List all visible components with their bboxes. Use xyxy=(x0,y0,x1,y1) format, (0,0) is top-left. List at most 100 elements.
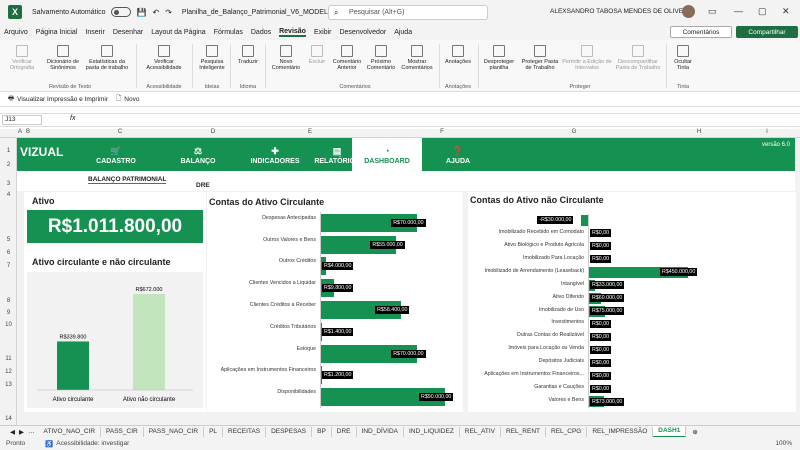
sheet-tab-ativo-nao-cir[interactable]: ATIVO_NAO_CIR xyxy=(39,426,102,437)
autosave-toggle[interactable] xyxy=(110,7,131,17)
protect-workbook-button[interactable]: Proteger Pasta de Trabalho xyxy=(518,45,562,71)
row-header[interactable]: 11 xyxy=(0,356,17,362)
menu-p-gina-inicial[interactable]: Página Inicial xyxy=(36,29,78,36)
allow-edit-ranges-button[interactable]: Permitir a Edição de Intervalos xyxy=(562,45,612,71)
row-header[interactable]: 13 xyxy=(0,382,17,388)
previous-comment-button[interactable]: Comentário Anterior xyxy=(330,45,364,71)
show-comments-button[interactable]: Mostrar Comentários xyxy=(398,45,436,71)
maximize-icon[interactable]: ▢ xyxy=(758,6,767,17)
row-header[interactable]: 7 xyxy=(0,263,17,269)
name-box[interactable]: J13 xyxy=(2,115,42,125)
row-header[interactable]: 10 xyxy=(0,322,17,328)
sheet-tab-rel-rent[interactable]: REL_RENT xyxy=(501,426,546,437)
row-header[interactable]: 9 xyxy=(0,310,17,316)
nav-cadastro[interactable]: 🛒 CADASTRO xyxy=(85,138,147,171)
column-header[interactable]: D xyxy=(206,129,220,135)
sheet-tab-pass-cir[interactable]: PASS_CIR xyxy=(101,426,144,437)
nav-indicadores[interactable]: ✚ INDICADORES xyxy=(240,138,310,171)
zoom-level[interactable]: 100% xyxy=(775,440,792,447)
bar-label: Imobilizado de Uso xyxy=(538,306,584,313)
search-input[interactable]: Pesquisar (Alt+G) xyxy=(328,5,488,20)
unprotect-sheet-button[interactable]: Desproteger planilha xyxy=(482,45,516,71)
menu-f-rmulas[interactable]: Fórmulas xyxy=(214,29,243,36)
subtab-dre[interactable]: DRE xyxy=(196,182,210,189)
menu-revis-o[interactable]: Revisão xyxy=(279,28,306,37)
redo-icon[interactable]: ↷ xyxy=(165,8,172,17)
row-header[interactable]: 2 xyxy=(0,162,17,168)
row-header[interactable]: 14 xyxy=(0,416,17,422)
spelling-button[interactable]: Verificar Ortografia xyxy=(6,45,38,71)
print-preview-button[interactable]: Visualizar Impressão e Imprimir xyxy=(17,96,108,103)
menu-arquivo[interactable]: Arquivo xyxy=(4,29,28,36)
check-accessibility-button[interactable]: Verificar Acessibilidade xyxy=(140,45,188,71)
sheet-tab-rel-cpg[interactable]: REL_CPG xyxy=(546,426,588,437)
add-sheet-icon[interactable]: ⊕ xyxy=(692,428,697,436)
next-comment-button[interactable]: Próximo Comentário xyxy=(364,45,398,71)
notes-button[interactable]: Anotações xyxy=(442,45,474,65)
fx-icon[interactable]: fx xyxy=(70,115,75,122)
sheet-tab-dre[interactable]: DRE xyxy=(332,426,357,437)
row-header[interactable]: 6 xyxy=(0,250,17,256)
sheet-tab-despesas[interactable]: DESPESAS xyxy=(266,426,313,437)
tab-more-icon[interactable]: … xyxy=(28,428,35,435)
column-header[interactable]: E xyxy=(220,129,400,135)
column-header[interactable]: I xyxy=(734,129,800,135)
tab-scroll-right-icon[interactable]: ▶ xyxy=(19,428,24,436)
column-header[interactable]: G xyxy=(484,129,664,135)
sheet-tab-pass-nao-cir[interactable]: PASS_NAO_CIR xyxy=(144,426,205,437)
save-icon[interactable]: 💾 xyxy=(137,8,147,17)
status-accessibility[interactable]: Acessibilidade: investigar xyxy=(56,440,129,447)
comments-button[interactable]: Comentários xyxy=(670,26,732,38)
menu-ajuda[interactable]: Ajuda xyxy=(394,29,412,36)
avatar[interactable] xyxy=(682,5,695,18)
sheet-tab-bp[interactable]: BP xyxy=(312,426,332,437)
smart-lookup-button[interactable]: Pesquisa Inteligente xyxy=(196,45,228,71)
row-header[interactable]: 5 xyxy=(0,237,17,243)
sheet-tab-rel-impress-o[interactable]: REL_IMPRESSÃO xyxy=(587,426,654,437)
new-comment-button[interactable]: Novo Comentário xyxy=(268,45,304,71)
new-file-button[interactable]: Novo xyxy=(124,96,139,103)
tab-scroll-left-icon[interactable]: ◀ xyxy=(10,428,15,436)
column-header[interactable]: C xyxy=(34,129,206,135)
subtab-balanco[interactable]: BALANÇO PATRIMONIAL xyxy=(88,176,167,184)
share-button[interactable]: Compartilhar xyxy=(736,26,798,38)
formula-input[interactable] xyxy=(80,115,796,125)
hide-ink-button[interactable]: Ocultar Tinta xyxy=(668,45,698,71)
menu-dados[interactable]: Dados xyxy=(251,29,271,36)
unshare-workbook-button[interactable]: Descompartilhar Pasta de Trabalho xyxy=(612,45,664,71)
delete-comment-button[interactable]: Excluir xyxy=(304,45,330,65)
sheet-tab-dash1[interactable]: DASH1 xyxy=(653,425,687,438)
bar-label: Investimentos xyxy=(551,319,584,326)
row-header[interactable]: 1 xyxy=(0,148,17,154)
column-header[interactable]: H xyxy=(664,129,734,135)
menu-desenhar[interactable]: Desenhar xyxy=(113,29,143,36)
bar-label: Aplicações em Instrumentos Financeiros xyxy=(220,367,316,374)
row-header[interactable]: 8 xyxy=(0,298,17,304)
minimize-icon[interactable]: — xyxy=(734,6,743,16)
menu-exibir[interactable]: Exibir xyxy=(314,29,332,36)
ribbon-options-icon[interactable]: ▭ xyxy=(708,6,717,17)
column-header[interactable]: B xyxy=(23,129,33,135)
menu-inserir[interactable]: Inserir xyxy=(85,29,104,36)
translate-button[interactable]: Traduzir xyxy=(234,45,262,65)
close-icon[interactable]: ✕ xyxy=(782,6,790,17)
sheet-tab-pl[interactable]: PL xyxy=(204,426,224,437)
nav-ajuda[interactable]: ❓ AJUDA xyxy=(427,138,489,171)
sheet-tab-ind-liquidez[interactable]: IND_LIQUIDEZ xyxy=(404,426,460,437)
sheet-tab-ind-d-vida[interactable]: IND_DÍVIDA xyxy=(357,426,404,437)
sheet-tab-receitas[interactable]: RECEITAS xyxy=(223,426,267,437)
workbook-stats-button[interactable]: Estatísticas da pasta de trabalho xyxy=(84,45,130,71)
sheet-tab-rel-ativ[interactable]: REL_ATIV xyxy=(460,426,502,437)
user-name[interactable]: ALEXSANDRO TABOSA MENDES DE OLIVEIRA xyxy=(550,8,694,15)
menu-desenvolvedor[interactable]: Desenvolvedor xyxy=(339,29,386,36)
thesaurus-button[interactable]: Dicionário de Sinônimos xyxy=(44,45,82,71)
row-header[interactable]: 4 xyxy=(0,192,17,198)
row-header[interactable]: 3 xyxy=(0,181,17,187)
stats-label: Estatísticas da pasta de trabalho xyxy=(85,59,129,71)
menu-layout-da-p-gina[interactable]: Layout da Página xyxy=(151,29,206,36)
nav-dashboard[interactable]: ◔ DASHBOARD xyxy=(352,138,422,171)
row-header[interactable]: 12 xyxy=(0,369,17,375)
undo-icon[interactable]: ↶ xyxy=(153,8,160,17)
nav-balanço[interactable]: ⚖ BALANÇO xyxy=(167,138,229,171)
column-header[interactable]: F xyxy=(400,129,484,135)
